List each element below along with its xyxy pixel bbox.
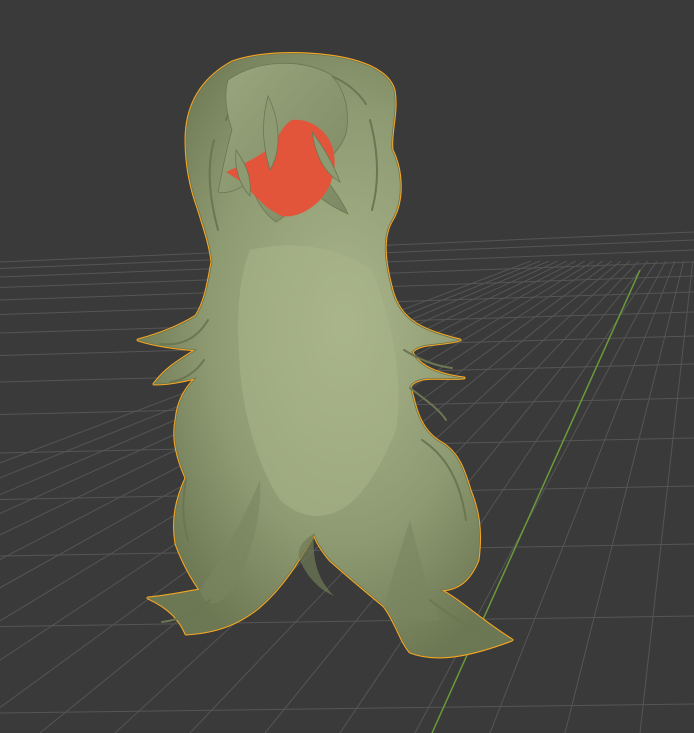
grid-row-line bbox=[0, 703, 694, 714]
3d-viewport[interactable] bbox=[0, 0, 694, 733]
viewport-canvas[interactable] bbox=[0, 0, 694, 733]
selected-mesh-object[interactable] bbox=[136, 52, 514, 659]
grid-row-line bbox=[0, 615, 694, 627]
